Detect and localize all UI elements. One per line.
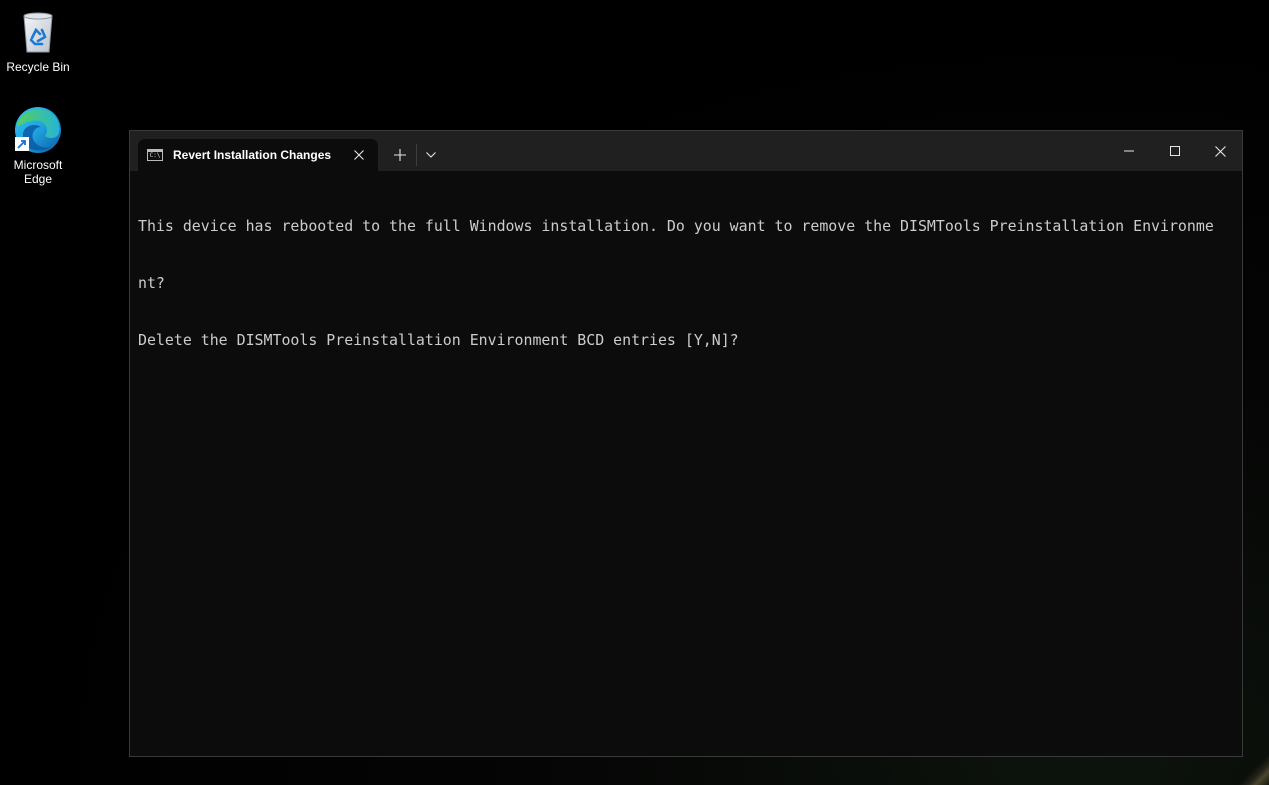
wallpaper-detail <box>1229 755 1269 785</box>
desktop: Recycle Bin Microsoft Edge C:\ Revert In… <box>0 0 1269 785</box>
tab-dropdown-button[interactable] <box>418 142 444 168</box>
close-window-button[interactable] <box>1197 131 1243 171</box>
new-tab-button[interactable] <box>386 142 414 168</box>
console-output[interactable]: This device has rebooted to the full Win… <box>138 179 1230 749</box>
desktop-icon-recycle-bin[interactable]: Recycle Bin <box>0 6 76 74</box>
tab-revert-installation-changes[interactable]: C:\ Revert Installation Changes <box>138 139 378 171</box>
recycle-bin-icon <box>12 6 64 58</box>
chevron-down-icon <box>426 152 436 158</box>
close-icon <box>354 150 364 160</box>
minimize-button[interactable] <box>1106 131 1152 171</box>
tab-close-button[interactable] <box>346 142 372 168</box>
console-icon: C:\ <box>147 149 163 161</box>
desktop-icon-label: Recycle Bin <box>6 60 70 74</box>
terminal-window: C:\ Revert Installation Changes This dev… <box>129 130 1243 757</box>
desktop-icon-label: Microsoft Edge <box>13 158 63 186</box>
close-icon <box>1214 145 1226 157</box>
tab-title: Revert Installation Changes <box>173 148 332 162</box>
edge-icon <box>12 104 64 156</box>
minimize-icon <box>1124 150 1134 152</box>
desktop-icon-microsoft-edge[interactable]: Microsoft Edge <box>0 104 76 186</box>
tab-separator <box>416 144 417 166</box>
console-line: This device has rebooted to the full Win… <box>138 217 1214 235</box>
plus-icon <box>394 149 406 161</box>
maximize-icon <box>1170 146 1180 156</box>
maximize-button[interactable] <box>1152 131 1198 171</box>
console-line: Delete the DISMTools Preinstallation Env… <box>138 331 739 349</box>
console-line: nt? <box>138 274 165 292</box>
title-bar[interactable]: C:\ Revert Installation Changes <box>130 131 1242 171</box>
